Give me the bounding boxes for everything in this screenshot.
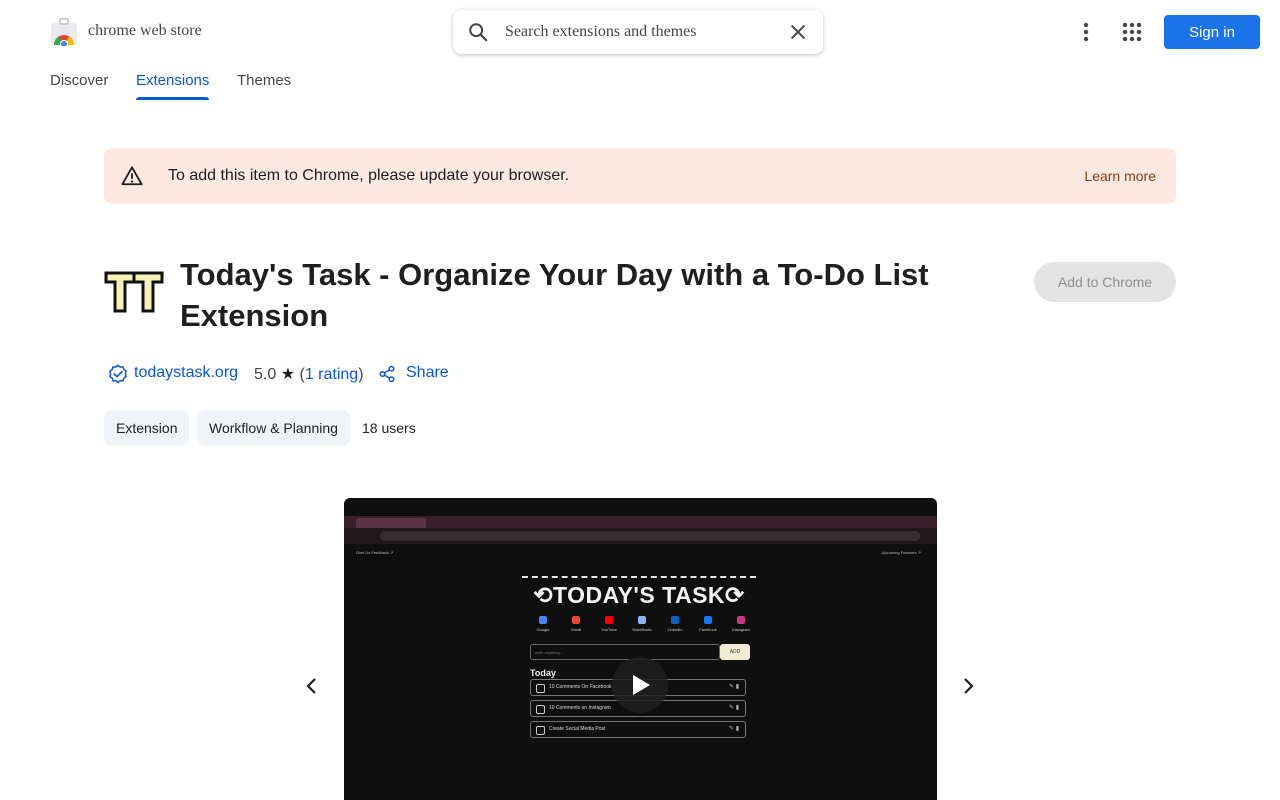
search-icon[interactable]	[467, 21, 489, 43]
tab-themes[interactable]: Themes	[237, 72, 291, 100]
play-video-button[interactable]	[612, 657, 668, 713]
mini-app-google: Google	[528, 616, 558, 632]
rating-value: 5.0	[254, 366, 277, 383]
mini-upcoming-link: Upcoming Features ↗	[881, 550, 921, 555]
search-input[interactable]	[505, 20, 775, 44]
linkedin-icon	[671, 616, 679, 624]
more-options-icon[interactable]	[1072, 18, 1100, 46]
chevron-right-icon[interactable]	[956, 674, 980, 698]
extension-logo-icon	[104, 271, 164, 313]
rating-summary: 5.0 ★ (1 rating)	[254, 366, 364, 383]
mini-app-gmail: Gmail	[561, 616, 591, 632]
learn-more-link[interactable]: Learn more	[1084, 168, 1156, 184]
chrome-web-store-logo-icon[interactable]	[50, 18, 78, 46]
tab-discover[interactable]: Discover	[50, 72, 108, 100]
chip-category[interactable]: Workflow & Planning	[197, 410, 350, 446]
mini-feedback-link: Give Us Feedback ↗	[356, 550, 394, 555]
mini-task-item: Create Social Media Post	[530, 721, 746, 738]
mini-tab	[356, 518, 426, 528]
youtube-icon	[605, 616, 613, 624]
chip-extension[interactable]: Extension	[104, 410, 190, 446]
workflowlo-icon	[638, 616, 646, 624]
mini-dash-divider	[522, 576, 756, 578]
facebook-icon	[704, 616, 712, 624]
gmail-icon	[572, 616, 580, 624]
warning-icon	[121, 166, 143, 186]
chevron-left-icon[interactable]	[300, 674, 324, 698]
mini-app-instagram: Instagram	[726, 616, 756, 632]
user-count: 18 users	[362, 420, 416, 436]
publisher-site-link[interactable]: todaystask.org	[134, 364, 238, 382]
mini-list-heading: Today	[530, 668, 556, 678]
google-icon	[539, 616, 547, 624]
brand-name[interactable]: chrome web store	[88, 22, 202, 40]
star-icon: ★	[280, 366, 296, 383]
mini-app-facebook: Facebook	[693, 616, 723, 632]
instagram-icon	[737, 616, 745, 624]
tab-extensions[interactable]: Extensions	[136, 72, 210, 100]
mini-logo-text: ⟲TODAY'S TASK⟳	[533, 582, 745, 608]
item-title: Today's Task - Organize Your Day with a …	[180, 257, 929, 333]
update-browser-banner: To add this item to Chrome, please updat…	[104, 148, 1176, 204]
mini-app-workflowlo: Workflowlo	[627, 616, 657, 632]
mini-app-shortcuts: Google Gmail YouTube Workflowlo LinkedIn…	[528, 616, 758, 638]
share-label: Share	[406, 364, 449, 381]
google-apps-icon[interactable]	[1118, 18, 1146, 46]
banner-message: To add this item to Chrome, please updat…	[168, 167, 570, 184]
sign-in-button[interactable]: Sign in	[1164, 15, 1260, 49]
screenshot-carousel-slide[interactable]: Give Us Feedback ↗ Upcoming Features ↗ ⟲…	[344, 498, 937, 800]
share-icon	[379, 365, 395, 383]
mini-tab-strip	[344, 516, 937, 528]
mini-task-input: write anything...	[530, 644, 720, 660]
mini-omnibox	[380, 531, 920, 541]
top-bar: chrome web store Sign in	[0, 0, 1280, 64]
mini-app-youtube: YouTube	[594, 616, 624, 632]
mini-app-linkedin: LinkedIn	[660, 616, 690, 632]
close-icon[interactable]	[787, 21, 809, 43]
add-to-chrome-button[interactable]: Add to Chrome	[1034, 262, 1176, 302]
search-box[interactable]	[453, 10, 823, 54]
mini-add-button: ADD	[720, 644, 750, 660]
verified-badge-icon	[109, 364, 127, 384]
rating-count-link[interactable]: 1 rating	[305, 366, 358, 383]
play-icon	[633, 675, 650, 695]
